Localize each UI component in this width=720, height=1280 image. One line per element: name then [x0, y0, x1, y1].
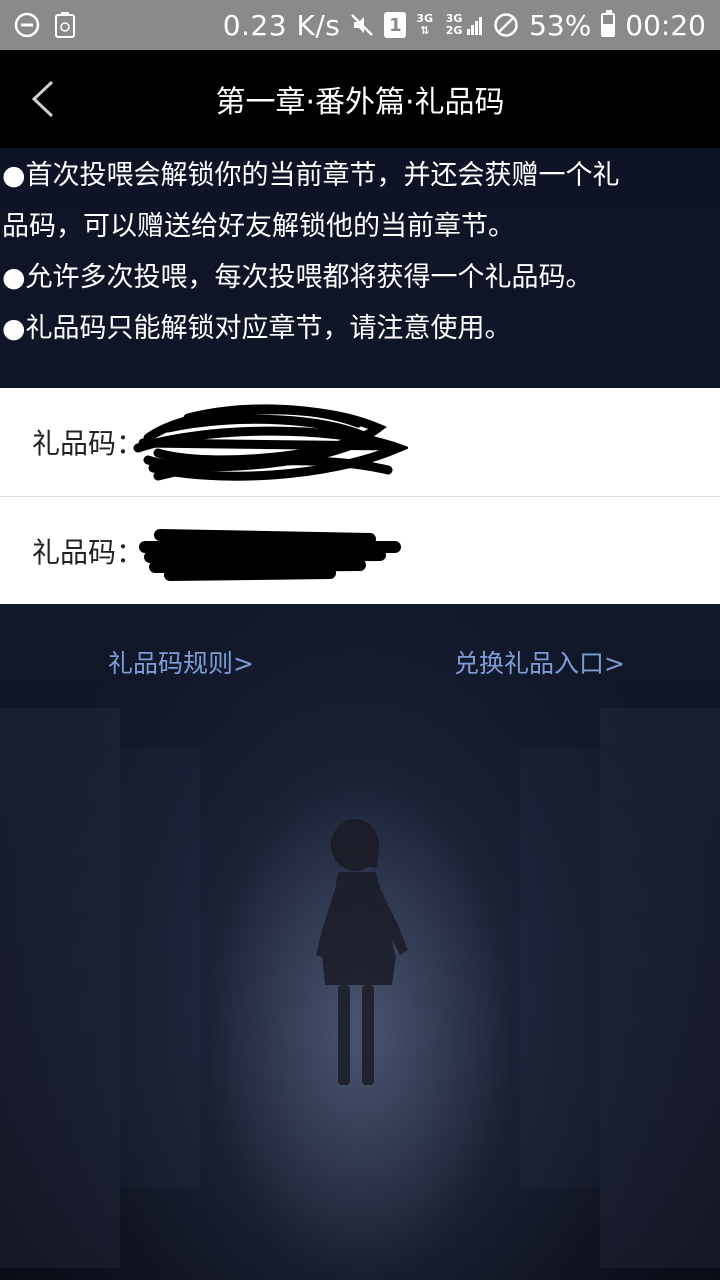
- network-speed: 0.23 K/s: [222, 8, 341, 42]
- clock: 00:20: [625, 8, 706, 42]
- network-type-2-label: 3G 2G: [445, 12, 463, 37]
- blocked-icon: [493, 12, 519, 38]
- sim-slot-badge: 1: [384, 12, 407, 38]
- battery-icon: [601, 10, 616, 37]
- rule-line: ●首次投喂会解锁你的当前章节，并还会获赠一个礼: [2, 160, 620, 191]
- gift-code-list: 礼品码： 礼品码：: [0, 388, 720, 604]
- rule-line: ●允许多次投喂，每次投喂都将获得一个礼品码。: [2, 262, 593, 293]
- network-type-2: 3G 2G: [443, 13, 483, 37]
- rule-line: ●礼品码只能解锁对应章节，请注意使用。: [2, 313, 512, 344]
- mute-icon: [350, 13, 374, 37]
- status-bar: 0.23 K/s 1 3G ⇅ 3G 2G 53% 00:20: [0, 0, 720, 50]
- battery-fill: [603, 24, 614, 35]
- redaction-scribble: [139, 529, 401, 581]
- network-type-1: 3G ⇅: [416, 12, 434, 37]
- gift-code-row[interactable]: 礼品码：: [0, 496, 720, 604]
- back-button[interactable]: [18, 74, 68, 124]
- bookshelf-left: [0, 708, 120, 1268]
- minus-circle-icon: [14, 12, 40, 38]
- battery-percent: 53%: [529, 8, 592, 42]
- gift-code-row[interactable]: 礼品码：: [0, 388, 720, 496]
- nav-bar: 第一章·番外篇·礼品码: [0, 50, 720, 148]
- chevron-left-icon: [31, 80, 54, 118]
- signal-icon: [467, 17, 483, 35]
- recycle-icon: [54, 12, 76, 38]
- bookshelf-mid-left: [120, 748, 200, 1188]
- page-title: 第一章·番外篇·礼品码: [215, 85, 505, 120]
- bookshelf-mid-right: [520, 748, 600, 1188]
- redaction-scribble: [133, 404, 408, 481]
- gift-code-label: 礼品码：: [32, 535, 145, 569]
- rules-description: ●首次投喂会解锁你的当前章节，并还会获赠一个礼 品码，可以赠送给好友解锁他的当前…: [0, 150, 720, 354]
- rule-line: 品码，可以赠送给好友解锁他的当前章节。: [2, 211, 515, 242]
- redeem-gift-link[interactable]: 兑换礼品入口>: [454, 644, 625, 680]
- gift-code-rules-link[interactable]: 礼品码规则>: [108, 644, 254, 680]
- bookshelf-right: [600, 708, 720, 1268]
- link-row: 礼品码规则> 兑换礼品入口>: [0, 644, 720, 684]
